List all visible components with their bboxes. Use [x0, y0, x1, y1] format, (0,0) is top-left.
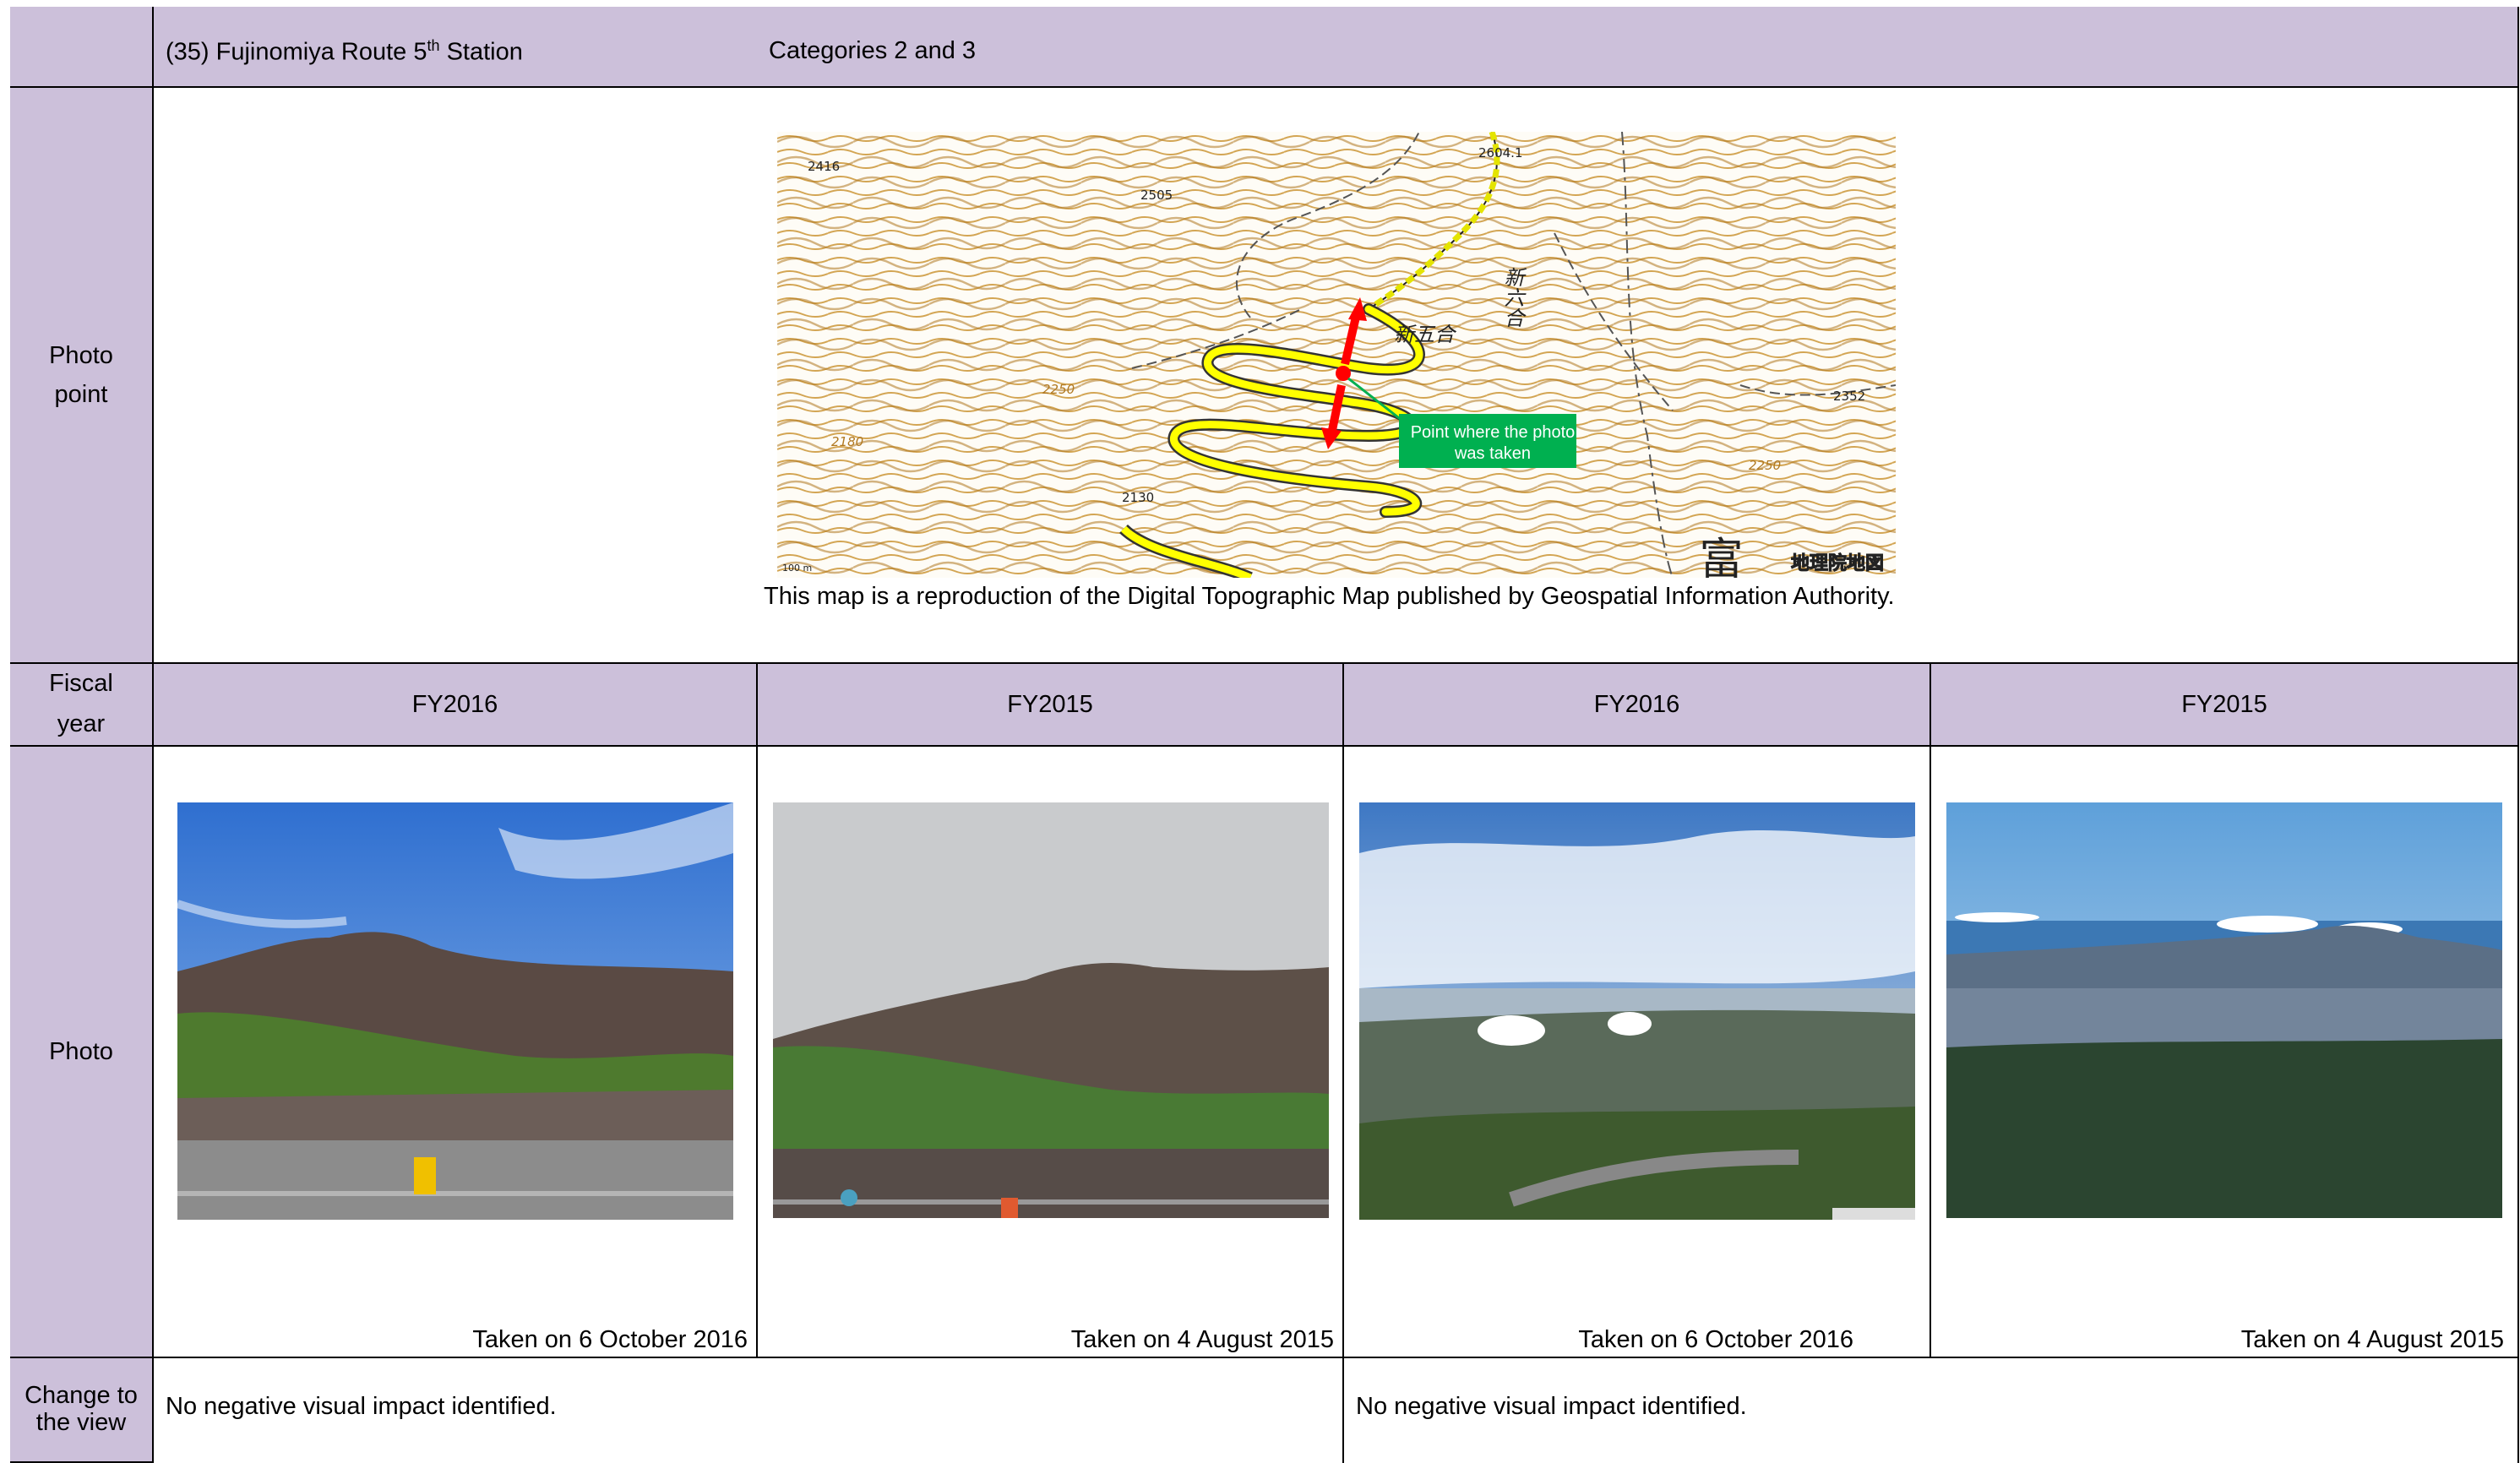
map-callout-text: Point where the photo was taken: [1410, 423, 1576, 463]
taken-date-4: Taken on 4 August 2015: [2240, 1326, 2504, 1353]
station-title: (35) Fujinomiya Route 5th Station: [166, 37, 523, 66]
fy-header-3: FY2016: [1344, 664, 1931, 747]
taken-date-1: Taken on 6 October 2016: [472, 1326, 748, 1353]
map-scale: 100 m: [782, 563, 812, 574]
photo-cell-4: Taken on 4 August 2015: [1931, 747, 2519, 1358]
change-text-left: No negative visual impact identified.: [154, 1358, 1344, 1463]
header-title-cell: (35) Fujinomiya Route 5th Station Catego…: [154, 7, 2519, 88]
categories-label: Categories 2 and 3: [769, 37, 977, 64]
elevation-2180: 2180: [831, 434, 863, 449]
elevation-2352: 2352: [1833, 389, 1865, 404]
change-label: Change to the view: [10, 1358, 154, 1463]
photo-point-label: Photo point: [10, 88, 154, 664]
photo-fy2016-view: [1359, 802, 1915, 1220]
elevation-2250-b: 2250: [1749, 458, 1781, 473]
elevation-2416: 2416: [808, 159, 840, 174]
elevation-2250: 2250: [1042, 382, 1075, 397]
map-label-new6: 新六合: [1500, 267, 1524, 328]
topographic-map: 新五合 新六合 富士 2416 2505 2604.1 2250 2180 21…: [777, 132, 1896, 578]
elevation-2505: 2505: [1140, 188, 1173, 203]
photo-cell-3: Taken on 6 October 2016: [1344, 747, 1931, 1358]
map-cell: 新五合 新六合 富士 2416 2505 2604.1 2250 2180 21…: [154, 88, 2519, 664]
map-label-new5: 新五合: [1394, 323, 1457, 346]
elevation-2130: 2130: [1122, 490, 1154, 505]
fiscal-year-label: Fiscal year: [10, 664, 154, 747]
photo-fy2015-view: [1946, 802, 2502, 1218]
elevation-2604: 2604.1: [1478, 145, 1523, 160]
map-label-fuji: 富士: [1691, 536, 1742, 578]
photo-cell-2: Taken on 4 August 2015: [758, 747, 1344, 1358]
photo-cell-1: Taken on 6 October 2016: [154, 747, 758, 1358]
fy-header-1: FY2016: [154, 664, 758, 747]
header-empty-cell: [10, 7, 154, 88]
map-caption: This map is a reproduction of the Digita…: [764, 583, 1895, 610]
change-text-right: No negative visual impact identified.: [1344, 1358, 2519, 1463]
taken-date-3: Taken on 6 October 2016: [1578, 1326, 1853, 1353]
fy-header-4: FY2015: [1931, 664, 2519, 747]
taken-date-2: Taken on 4 August 2015: [1070, 1326, 1334, 1353]
photo-fy2016-mountain: [177, 802, 733, 1220]
fy-header-2: FY2015: [758, 664, 1344, 747]
photo-fy2015-mountain: [773, 802, 1329, 1218]
photo-label: Photo: [10, 747, 154, 1358]
gsi-logo: 地理院地図: [1791, 552, 1884, 574]
